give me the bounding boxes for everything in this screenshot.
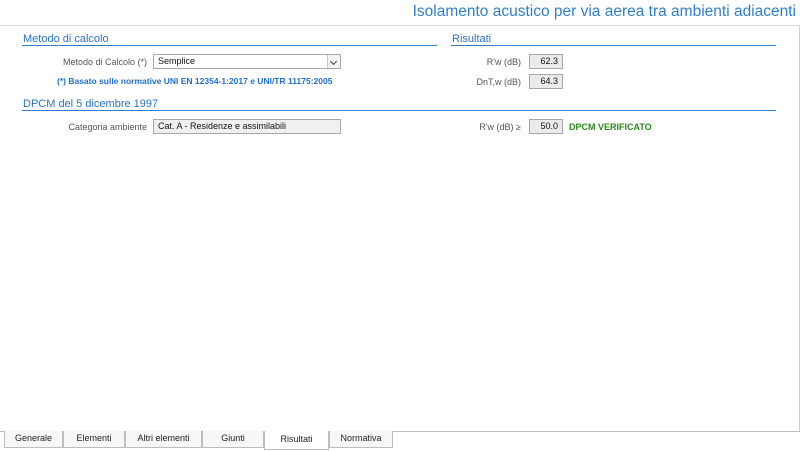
metodo-calcolo-value: Semplice [158, 56, 196, 66]
chevron-down-icon[interactable] [327, 55, 340, 68]
page-title: Isolamento acustico per via aerea tra am… [412, 3, 796, 20]
rw-requirement-label: R'w (dB) ≥ [479, 122, 521, 132]
metodo-calcolo-select[interactable]: Semplice [153, 54, 341, 69]
tab-altri-elementi[interactable]: Altri elementi [125, 431, 202, 448]
rw-label: R'w (dB) [486, 57, 521, 67]
header-divider [0, 25, 800, 26]
rw-value: 62.3 [529, 54, 563, 69]
dnt-label: DnT,w (dB) [476, 77, 521, 87]
results-window: Isolamento acustico per via aerea tra am… [0, 0, 800, 451]
tab-giunti[interactable]: Giunti [202, 431, 264, 448]
metodo-calcolo-label: Metodo di Calcolo (*) [62, 57, 147, 67]
section-rule-metodo [22, 45, 437, 46]
section-rule-risultati [451, 45, 776, 46]
rw-requirement-value: 50.0 [529, 119, 563, 134]
section-title-metodo: Metodo di calcolo [23, 33, 109, 45]
section-title-dpcm: DPCM del 5 dicembre 1997 [23, 98, 159, 110]
normative-note: (*) Basato sulle normative UNI EN 12354-… [57, 76, 333, 86]
dpcm-status: DPCM VERIFICATO [569, 122, 652, 132]
tab-normativa[interactable]: Normativa [329, 431, 393, 448]
section-rule-dpcm [22, 110, 776, 111]
tab-risultati[interactable]: Risultati [264, 431, 329, 450]
tab-elementi[interactable]: Elementi [63, 431, 125, 448]
tab-generale[interactable]: Generale [4, 431, 63, 448]
dnt-value: 64.3 [529, 74, 563, 89]
categoria-ambiente-label: Categoria ambiente [68, 122, 147, 132]
categoria-ambiente-field[interactable]: Cat. A - Residenze e assimilabili [153, 119, 341, 134]
section-title-risultati: Risultati [452, 33, 492, 45]
